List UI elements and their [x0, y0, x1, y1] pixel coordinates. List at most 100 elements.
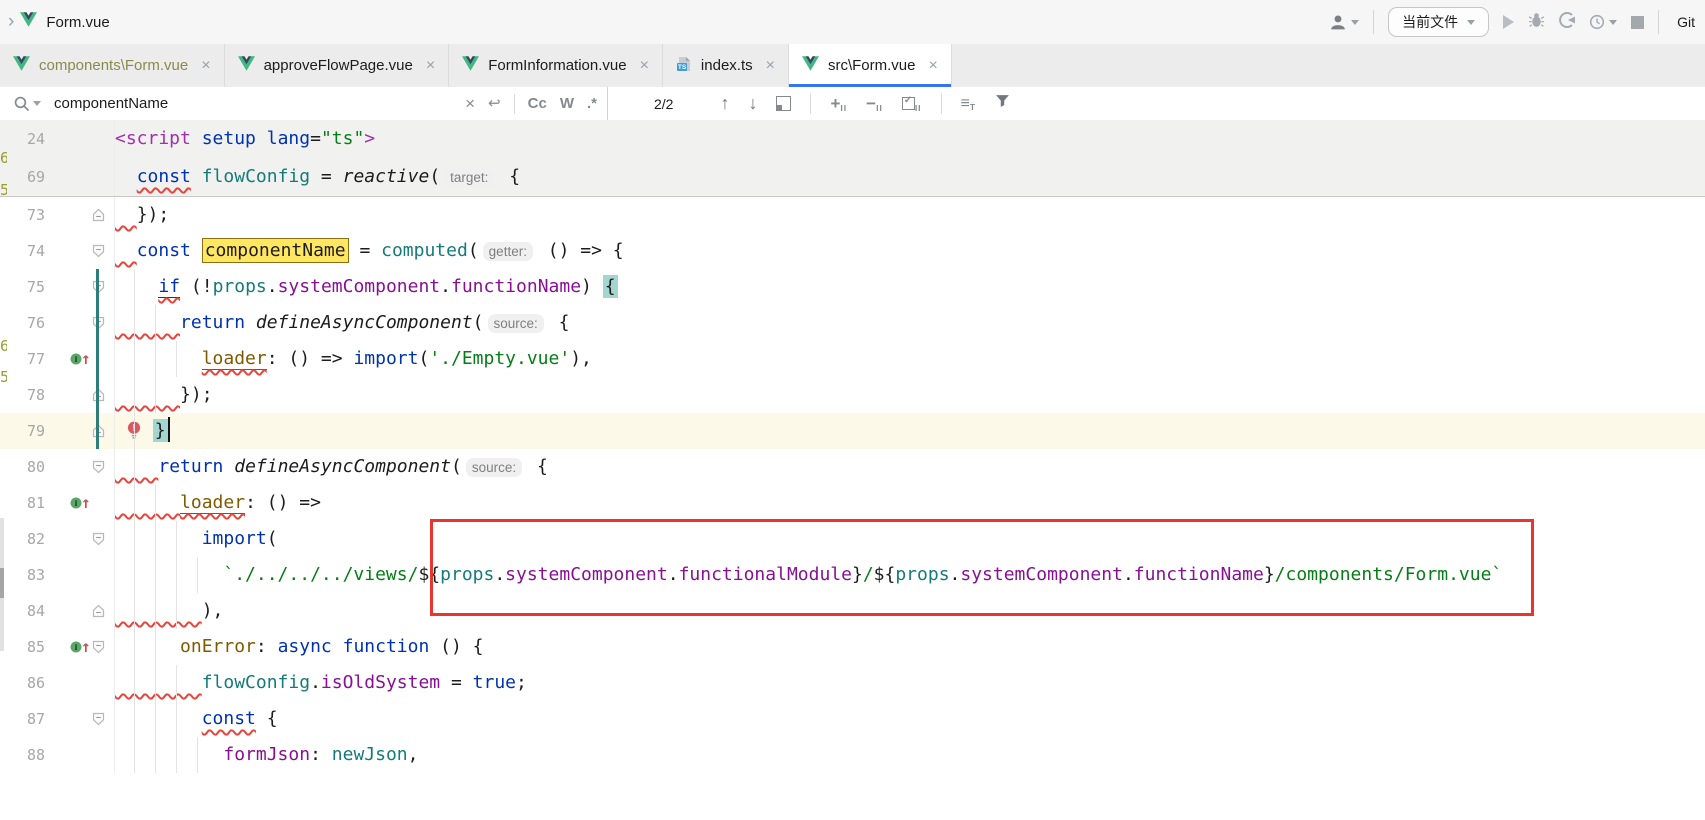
fold-marker-icon[interactable] — [92, 640, 105, 654]
fold-marker-icon[interactable] — [92, 208, 105, 222]
scope-highlight-line — [96, 269, 99, 449]
search-input[interactable]: componentName — [54, 95, 452, 112]
line-number[interactable]: 83 — [0, 557, 63, 593]
tab-label: FormInformation.vue — [488, 57, 626, 74]
code-line-85[interactable]: 85I↑ onError: async function () { — [0, 629, 1705, 665]
code-token: onError — [180, 636, 256, 657]
code-token: ( — [468, 240, 479, 261]
code-line-74[interactable]: 74 const componentName = computed(getter… — [0, 233, 1705, 269]
line-number[interactable]: 77 — [0, 341, 63, 377]
fold-marker-icon[interactable] — [92, 388, 105, 402]
code-line-24[interactable]: 24<script setup lang="ts"> — [0, 120, 1705, 158]
line-number[interactable]: 81 — [0, 485, 63, 521]
run-history-button[interactable] — [1589, 14, 1617, 30]
svg-text:I: I — [74, 499, 77, 508]
code-line-76[interactable]: 76 return defineAsyncComponent(source: { — [0, 305, 1705, 341]
line-number[interactable]: 88 — [0, 737, 63, 773]
line-number[interactable]: 85 — [0, 629, 63, 665]
code-token: () => { — [537, 240, 624, 261]
fold-marker-icon[interactable] — [92, 316, 105, 330]
debug-button[interactable] — [1528, 12, 1545, 33]
code-line-75[interactable]: 75 if (!props.systemComponent.functionNa… — [0, 269, 1705, 305]
code-token: true — [473, 672, 516, 693]
line-number[interactable]: 75 — [0, 269, 63, 305]
fold-marker-icon[interactable] — [92, 244, 105, 258]
run-configuration-selector[interactable]: 当前文件 — [1388, 7, 1489, 37]
git-menu[interactable]: Git — [1677, 14, 1695, 30]
search-field[interactable]: componentName × ↩ Cc W .* — [0, 87, 608, 120]
line-number[interactable]: 79 — [0, 413, 63, 449]
fold-marker-icon[interactable] — [92, 280, 105, 294]
fold-marker-icon[interactable] — [92, 532, 105, 546]
tab-approveflowpage-vue[interactable]: approveFlowPage.vue× — [225, 44, 450, 87]
implementation-marker-icon[interactable]: I↑ — [70, 639, 91, 655]
line-number[interactable]: 82 — [0, 521, 63, 557]
close-tab-icon[interactable]: × — [426, 57, 435, 75]
line-number[interactable]: 24 — [0, 120, 63, 158]
indent-guide — [176, 341, 177, 377]
run-button[interactable] — [1503, 15, 1514, 29]
whole-words-toggle[interactable]: W — [560, 95, 574, 112]
left-scrollbar-fragment[interactable] — [0, 518, 4, 651]
stop-button[interactable] — [1631, 16, 1644, 29]
sticky-lines: 24<script setup lang="ts">69 const flowC… — [0, 120, 1705, 197]
code-line-77[interactable]: 77I↑ loader: () => import('./Empty.vue')… — [0, 341, 1705, 377]
code-line-80[interactable]: 80 return defineAsyncComponent(source: { — [0, 449, 1705, 485]
filter-lines-button[interactable]: ≡T — [961, 96, 977, 112]
line-number[interactable]: 80 — [0, 449, 63, 485]
close-tab-icon[interactable]: × — [640, 57, 649, 75]
indent-guide — [155, 305, 156, 413]
code-token: setup — [202, 128, 256, 149]
code-editor[interactable]: 24<script setup lang="ts">69 const flowC… — [0, 120, 1705, 820]
line-number[interactable]: 74 — [0, 233, 63, 269]
profiler-button[interactable] — [1559, 12, 1575, 33]
line-number[interactable]: 84 — [0, 593, 63, 629]
code-line-86[interactable]: 86 flowConfig.isOldSystem = true; — [0, 665, 1705, 701]
vue-file-icon — [462, 56, 479, 75]
code-line-73[interactable]: 73 }); — [0, 197, 1705, 233]
line-number[interactable]: 87 — [0, 701, 63, 737]
line-number[interactable]: 86 — [0, 665, 63, 701]
add-occurrence-button[interactable]: +II — [830, 95, 847, 113]
line-number[interactable]: 69 — [0, 158, 63, 196]
fold-marker-icon[interactable] — [92, 460, 105, 474]
implementation-marker-icon[interactable]: I↑ — [70, 351, 91, 367]
select-all-occurrences-button[interactable]: ✓II — [902, 95, 922, 113]
close-tab-icon[interactable]: × — [766, 57, 775, 75]
code-line-81[interactable]: 81I↑ loader: () => — [0, 485, 1705, 521]
search-result-count: 2/2 — [654, 96, 673, 112]
remove-occurrence-button[interactable]: −II — [866, 95, 883, 113]
close-tab-icon[interactable]: × — [928, 57, 937, 75]
code-line-88[interactable]: 88 formJson: newJson, — [0, 737, 1705, 773]
implementation-marker-icon[interactable]: I↑ — [70, 495, 91, 511]
find-bar: componentName × ↩ Cc W .* 2/2 ↑ ↓ +II −I… — [0, 87, 1705, 120]
code-line-69[interactable]: 69 const flowConfig = reactive(target: { — [0, 158, 1705, 196]
svg-text:I: I — [74, 643, 77, 652]
line-number[interactable]: 78 — [0, 377, 63, 413]
fold-marker-icon[interactable] — [92, 424, 105, 438]
previous-occurrence-button[interactable]: ↑ — [720, 93, 729, 114]
fold-marker-icon[interactable] — [92, 604, 105, 618]
code-token: : () => — [245, 492, 321, 513]
open-in-find-window-button[interactable] — [776, 96, 791, 111]
line-number[interactable]: 76 — [0, 305, 63, 341]
match-case-toggle[interactable]: Cc — [528, 95, 547, 112]
clear-search-icon[interactable]: × — [465, 95, 475, 112]
code-line-87[interactable]: 87 const { — [0, 701, 1705, 737]
tab-src-form-vue[interactable]: src\Form.vue× — [789, 44, 952, 87]
next-occurrence-button[interactable]: ↓ — [748, 93, 757, 114]
regex-toggle[interactable]: .* — [587, 95, 597, 112]
tab-forminformation-vue[interactable]: FormInformation.vue × — [449, 44, 663, 87]
user-account-button[interactable] — [1330, 15, 1359, 30]
code-token: : — [256, 636, 278, 657]
tab-components-form-vue[interactable]: components\Form.vue× — [0, 44, 225, 87]
search-options-button[interactable] — [13, 95, 41, 112]
code-line-79[interactable]: 79 ! } — [0, 413, 1705, 449]
fold-marker-icon[interactable] — [92, 712, 105, 726]
tab-index-ts[interactable]: TSindex.ts× — [663, 44, 789, 87]
close-tab-icon[interactable]: × — [201, 57, 210, 75]
line-number[interactable]: 73 — [0, 197, 63, 233]
filter-search-button[interactable] — [995, 94, 1010, 113]
code-line-78[interactable]: 78 }); — [0, 377, 1705, 413]
new-line-icon[interactable]: ↩ — [488, 96, 501, 111]
